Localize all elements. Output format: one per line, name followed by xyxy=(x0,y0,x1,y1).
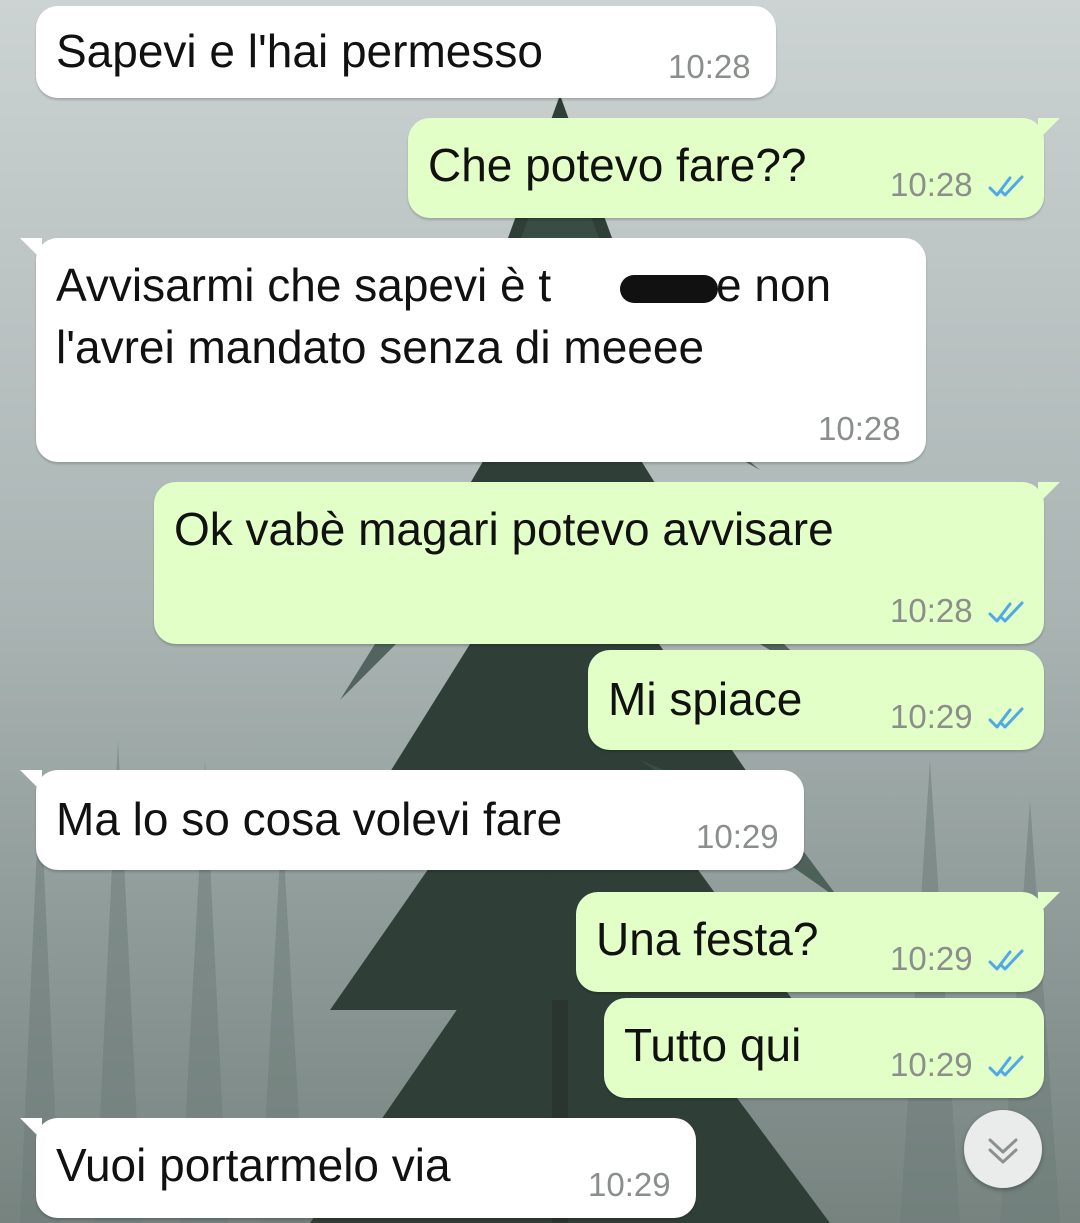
redacted-word xyxy=(620,275,718,303)
message-bubble-incoming[interactable]: Vuoi portarmelo via 10:29 xyxy=(20,1118,696,1218)
message-timestamp: 10:29 xyxy=(696,818,779,855)
message-timestamp: 10:29 xyxy=(890,698,973,735)
bubble-tail xyxy=(1038,482,1060,504)
message-timestamp: 10:29 xyxy=(890,940,973,977)
chevron-double-down-icon xyxy=(988,1138,1018,1164)
message-text: Ok vabè magari potevo avvisare xyxy=(174,503,834,555)
message-bubble-outgoing[interactable]: Che potevo fare?? 10:28 xyxy=(408,118,1060,218)
message-text-line1-start: Avvisarmi che sapevi è t xyxy=(56,259,552,311)
read-ticks-icon xyxy=(988,601,1024,623)
message-text: Tutto qui xyxy=(624,1019,802,1071)
message-bubble-incoming[interactable]: Avvisarmi che sapevi è t e non l'avrei m… xyxy=(20,238,926,462)
message-text-line1-end: e non xyxy=(716,259,832,311)
message-bubble-outgoing[interactable]: Mi spiace 10:29 xyxy=(588,650,1044,750)
message-text: Mi spiace xyxy=(608,673,803,725)
read-ticks-icon xyxy=(988,949,1024,971)
read-ticks-icon xyxy=(988,1055,1024,1077)
message-timestamp: 10:28 xyxy=(668,48,751,85)
message-text: Vuoi portarmelo via xyxy=(56,1139,451,1191)
scroll-to-bottom-button[interactable] xyxy=(964,1110,1042,1188)
message-text-line2: l'avrei mandato senza di meeee xyxy=(56,321,705,373)
bubble-tail xyxy=(1038,892,1060,914)
message-timestamp: 10:28 xyxy=(890,166,973,203)
message-timestamp: 10:28 xyxy=(818,410,901,447)
bubble-tail xyxy=(1038,118,1060,140)
message-text: Che potevo fare?? xyxy=(428,139,807,191)
message-text: Ma lo so cosa volevi fare xyxy=(56,793,563,845)
message-timestamp: 10:29 xyxy=(588,1166,671,1203)
bubble-tail xyxy=(20,1118,42,1140)
message-bubble-outgoing[interactable]: Una festa? 10:29 xyxy=(576,892,1060,992)
message-text: Sapevi e l'hai permesso xyxy=(56,25,543,77)
bubble-tail xyxy=(20,770,42,792)
message-bubble-incoming[interactable]: Ma lo so cosa volevi fare 10:29 xyxy=(20,770,804,870)
message-bubble-incoming[interactable]: Sapevi e l'hai permesso 10:28 xyxy=(36,6,776,98)
message-text: Una festa? xyxy=(596,913,819,965)
read-ticks-icon xyxy=(988,175,1024,197)
message-timestamp: 10:29 xyxy=(890,1046,973,1083)
message-timestamp: 10:28 xyxy=(890,592,973,629)
message-bubble-outgoing[interactable]: Ok vabè magari potevo avvisare 10:28 xyxy=(154,482,1060,644)
bubble-tail xyxy=(20,238,42,260)
message-bubble-outgoing[interactable]: Tutto qui 10:29 xyxy=(604,998,1044,1098)
read-ticks-icon xyxy=(988,707,1024,729)
